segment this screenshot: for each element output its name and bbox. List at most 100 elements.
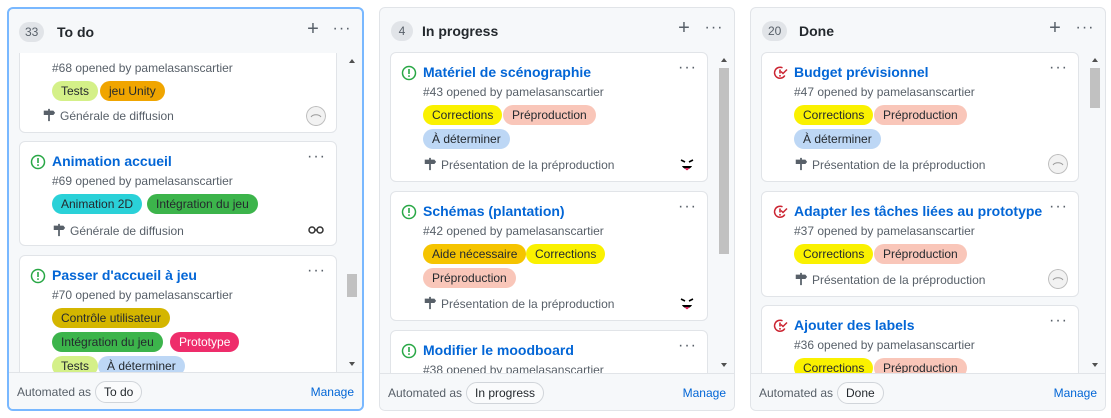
- card-milestone[interactable]: Présentation de la préproduction: [794, 157, 985, 173]
- automated-label: Automated as: [759, 386, 834, 400]
- column-footer: Automated as To do Manage: [9, 372, 362, 409]
- label[interactable]: Préproduction: [874, 358, 967, 373]
- avatar[interactable]: [677, 293, 697, 313]
- label[interactable]: À déterminer: [423, 129, 510, 149]
- label[interactable]: Tests: [52, 356, 99, 372]
- card-menu-button[interactable]: ···: [1049, 197, 1068, 217]
- card-menu-button[interactable]: ···: [678, 197, 697, 217]
- manage-automation-link[interactable]: Manage: [1054, 385, 1097, 401]
- column-count: 20: [762, 21, 788, 41]
- automation-preset[interactable]: Done: [837, 382, 884, 404]
- card-milestone[interactable]: Générale de diffusion: [52, 223, 184, 239]
- card-milestone[interactable]: Générale de diffusion: [42, 108, 174, 124]
- issue-opened-icon: [30, 154, 46, 170]
- label[interactable]: Animation 2D: [52, 194, 143, 214]
- label[interactable]: Aide nécessaire: [423, 244, 527, 264]
- milestone-icon: [795, 157, 808, 171]
- label[interactable]: Tests: [52, 81, 99, 101]
- label[interactable]: Préproduction: [423, 268, 516, 288]
- card-title[interactable]: Ajouter des labels: [794, 315, 915, 335]
- issue-card[interactable]: #68 opened by pamelasanscartier Tests je…: [19, 53, 337, 133]
- avatar[interactable]: [306, 106, 326, 126]
- scroll-thumb[interactable]: [347, 274, 357, 297]
- scroll-down-arrow-icon[interactable]: [1091, 361, 1099, 369]
- card-menu-button[interactable]: ···: [307, 261, 326, 281]
- card-title[interactable]: Budget prévisionnel: [794, 62, 929, 82]
- scrollbar[interactable]: [1088, 52, 1102, 373]
- issue-card[interactable]: Budget prévisionnel ··· #47 opened by pa…: [761, 52, 1079, 182]
- milestone-icon: [43, 108, 56, 122]
- card-milestone[interactable]: Présentation de la préproduction: [423, 157, 614, 173]
- card-menu-button[interactable]: ···: [678, 336, 697, 356]
- issue-card[interactable]: Matériel de scénographie ··· #43 opened …: [390, 52, 708, 182]
- column-header: 20 Done + ···: [751, 8, 1105, 52]
- issue-card[interactable]: Ajouter des labels ··· #36 opened by pam…: [761, 305, 1079, 373]
- scrollbar[interactable]: [717, 52, 731, 373]
- card-title[interactable]: Schémas (plantation): [423, 201, 565, 221]
- label[interactable]: Préproduction: [874, 105, 967, 125]
- card-milestone[interactable]: Présentation de la préproduction: [423, 296, 614, 312]
- issue-card[interactable]: Adapter les tâches liées au prototype ··…: [761, 191, 1079, 297]
- card-milestone[interactable]: Présentation de la préproduction: [794, 272, 985, 288]
- issue-card[interactable]: Modifier le moodboard ··· #38 opened by …: [390, 330, 708, 373]
- add-card-button[interactable]: +: [303, 17, 323, 41]
- column-menu-button[interactable]: ···: [331, 17, 353, 41]
- card-menu-button[interactable]: ···: [1049, 58, 1068, 78]
- avatar[interactable]: [677, 154, 697, 174]
- label[interactable]: À déterminer: [794, 129, 881, 149]
- label[interactable]: Intégration du jeu: [52, 332, 163, 352]
- label[interactable]: Préproduction: [503, 105, 596, 125]
- column-menu-button[interactable]: ···: [1074, 16, 1096, 40]
- scrollbar[interactable]: [345, 53, 359, 372]
- card-title[interactable]: Animation accueil: [52, 151, 172, 171]
- card-title[interactable]: Matériel de scénographie: [423, 62, 591, 82]
- card-list: #68 opened by pamelasanscartier Tests je…: [9, 53, 362, 372]
- manage-automation-link[interactable]: Manage: [683, 385, 726, 401]
- issue-card[interactable]: Schémas (plantation) ··· #42 opened by p…: [390, 191, 708, 321]
- scroll-down-arrow-icon[interactable]: [348, 360, 356, 368]
- label-text: Contrôle utilisateur: [61, 311, 162, 325]
- scroll-thumb[interactable]: [1090, 68, 1100, 108]
- milestone-icon: [53, 223, 66, 237]
- label[interactable]: À déterminer: [98, 356, 185, 372]
- label[interactable]: Corrections: [794, 358, 874, 373]
- avatar[interactable]: [306, 220, 326, 240]
- column-title: To do: [57, 24, 95, 40]
- issue-card[interactable]: Animation accueil ··· #69 opened by pame…: [19, 141, 337, 246]
- scroll-down-arrow-icon[interactable]: [720, 361, 728, 369]
- card-menu-button[interactable]: ···: [1049, 311, 1068, 331]
- label[interactable]: Corrections: [526, 244, 606, 264]
- card-title[interactable]: Passer d'accueil à jeu: [52, 265, 197, 285]
- card-title[interactable]: Adapter les tâches liées au prototype: [794, 201, 1042, 221]
- add-card-button[interactable]: +: [1045, 16, 1065, 40]
- label[interactable]: Contrôle utilisateur: [52, 308, 171, 328]
- label-text: Tests: [61, 359, 90, 372]
- label[interactable]: Corrections: [794, 105, 874, 125]
- automation-preset[interactable]: In progress: [466, 382, 545, 404]
- card-meta: #69 opened by pamelasanscartier: [52, 174, 233, 188]
- add-card-button[interactable]: +: [674, 16, 694, 40]
- column-count: 4: [391, 21, 413, 41]
- scroll-up-arrow-icon[interactable]: [720, 56, 728, 64]
- scroll-thumb[interactable]: [719, 68, 729, 254]
- scroll-up-arrow-icon[interactable]: [1091, 56, 1099, 64]
- label[interactable]: Corrections: [794, 244, 874, 264]
- label[interactable]: Corrections: [423, 105, 503, 125]
- issue-card[interactable]: Passer d'accueil à jeu ··· #70 opened by…: [19, 255, 337, 372]
- card-menu-button[interactable]: ···: [678, 58, 697, 78]
- label[interactable]: Intégration du jeu: [147, 194, 258, 214]
- label[interactable]: Préproduction: [874, 244, 967, 264]
- avatar[interactable]: [1048, 269, 1068, 289]
- automation-preset[interactable]: To do: [95, 381, 143, 403]
- label[interactable]: jeu Unity: [100, 81, 165, 101]
- label-text: jeu Unity: [109, 84, 156, 98]
- label-text: Tests: [61, 84, 90, 98]
- column-menu-button[interactable]: ···: [703, 16, 725, 40]
- label[interactable]: Prototype: [170, 332, 240, 352]
- scroll-up-arrow-icon[interactable]: [348, 57, 356, 65]
- card-title[interactable]: Modifier le moodboard: [423, 340, 574, 360]
- manage-automation-link[interactable]: Manage: [311, 384, 354, 400]
- label-text: À déterminer: [107, 359, 176, 372]
- card-menu-button[interactable]: ···: [307, 147, 326, 167]
- avatar[interactable]: [1048, 154, 1068, 174]
